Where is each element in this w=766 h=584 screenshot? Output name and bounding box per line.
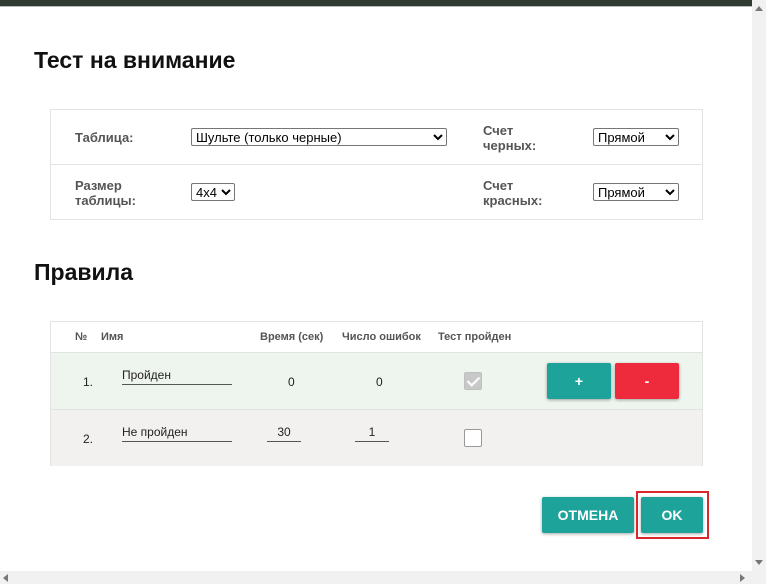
size-label: Размер таблицы: bbox=[75, 178, 136, 208]
add-rule-button[interactable]: + bbox=[547, 363, 611, 399]
black-count-select[interactable]: Прямой bbox=[593, 128, 679, 146]
rules-table: № Имя Время (сек) Число ошибок Тест прой… bbox=[50, 321, 703, 466]
horizontal-scrollbar[interactable] bbox=[0, 571, 752, 584]
red-count-select[interactable]: Прямой bbox=[593, 183, 679, 201]
table-row: 1. 0 0 + - bbox=[51, 352, 702, 409]
cancel-button[interactable]: ОТМЕНА bbox=[542, 497, 634, 533]
rule-time-input[interactable] bbox=[267, 422, 301, 442]
table-select[interactable]: Шульте (только черные) bbox=[191, 128, 447, 146]
scroll-left-icon[interactable] bbox=[3, 574, 8, 582]
rule-name-input[interactable] bbox=[122, 365, 232, 385]
settings-row-table: Таблица: Шульте (только черные) Счет чер… bbox=[51, 110, 702, 165]
rules-header: № Имя Время (сек) Число ошибок Тест прой… bbox=[51, 322, 702, 352]
scroll-right-icon[interactable] bbox=[740, 574, 745, 582]
scroll-down-icon[interactable] bbox=[755, 560, 763, 565]
red-count-label: Счет красных: bbox=[483, 178, 543, 208]
rule-passed-checkbox[interactable] bbox=[464, 372, 482, 390]
col-errors: Число ошибок bbox=[342, 331, 421, 343]
col-num: № bbox=[75, 331, 88, 343]
attention-test-dialog: Тест на внимание Таблица: Шульте (только… bbox=[0, 6, 752, 576]
col-time: Время (сек) bbox=[260, 331, 324, 343]
rule-errors-input[interactable] bbox=[355, 422, 389, 442]
scroll-up-icon[interactable] bbox=[755, 6, 763, 11]
dialog-title: Тест на внимание bbox=[34, 47, 236, 73]
vertical-scrollbar[interactable] bbox=[752, 0, 766, 584]
row-num: 1. bbox=[83, 375, 94, 389]
black-count-label: Счет черных: bbox=[483, 123, 537, 153]
settings-row-size: Размер таблицы: 4x4 Счет красных: Прямой bbox=[51, 165, 702, 220]
rule-name-input[interactable] bbox=[122, 422, 232, 442]
table-label: Таблица: bbox=[75, 130, 134, 145]
col-name: Имя bbox=[101, 331, 124, 343]
col-passed: Тест пройден bbox=[438, 331, 512, 343]
size-select[interactable]: 4x4 bbox=[191, 183, 235, 201]
rule-time-value: 0 bbox=[288, 375, 295, 389]
ok-button[interactable]: OK bbox=[641, 497, 703, 533]
remove-rule-button[interactable]: - bbox=[615, 363, 679, 399]
settings-panel: Таблица: Шульте (только черные) Счет чер… bbox=[50, 109, 703, 220]
rule-errors-value: 0 bbox=[376, 375, 383, 389]
rules-title: Правила bbox=[34, 259, 134, 285]
row-num: 2. bbox=[83, 432, 94, 446]
rule-passed-checkbox[interactable] bbox=[464, 429, 482, 447]
table-row: 2. bbox=[51, 409, 702, 466]
